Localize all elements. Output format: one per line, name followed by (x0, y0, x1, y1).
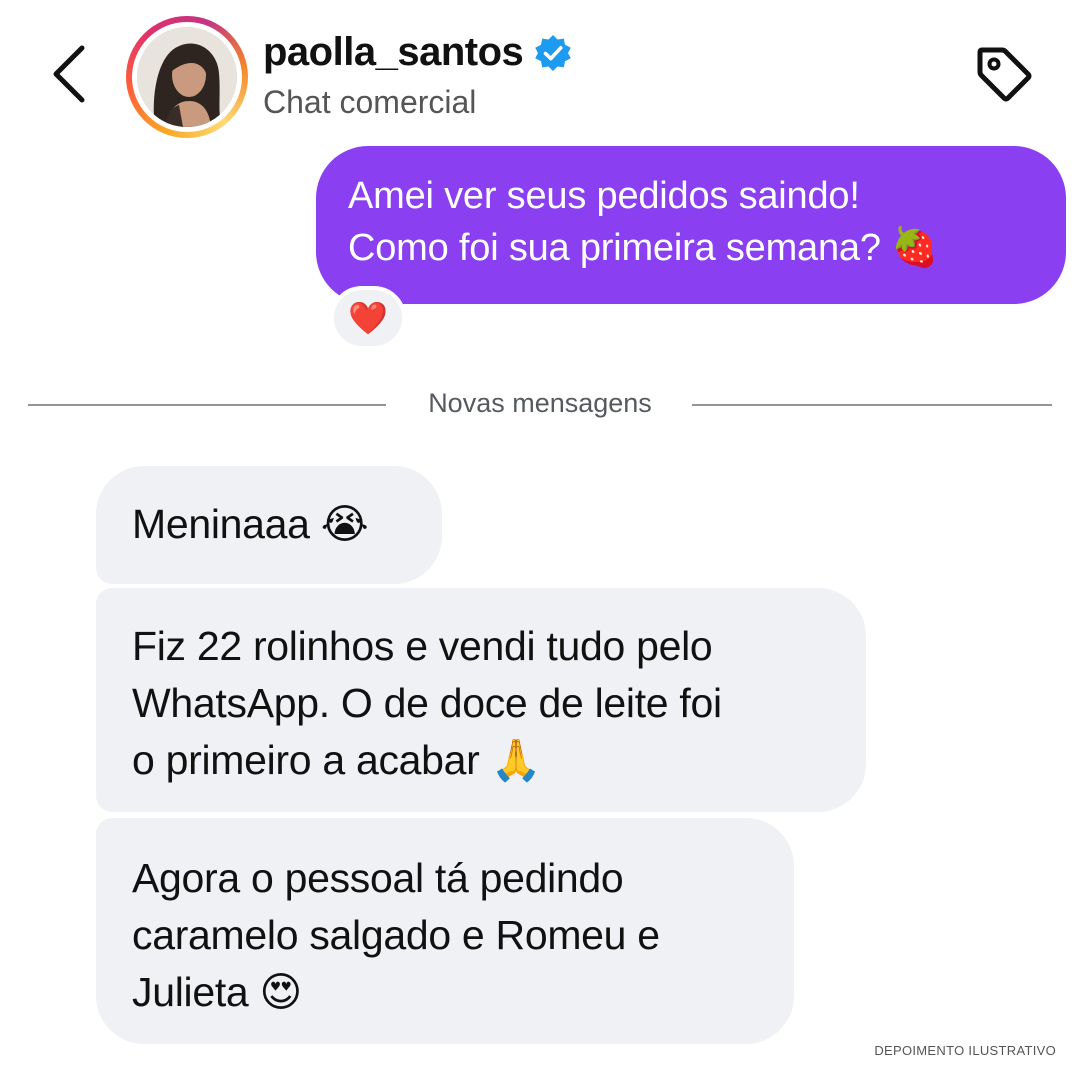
received-message-bubble[interactable]: Agora o pessoal tá pedindo caramelo salg… (96, 818, 794, 1044)
message-line: Fiz 22 rolinhos e vendi tudo pelo (132, 623, 713, 669)
tag-button[interactable] (966, 36, 1042, 112)
message-line: caramelo salgado e Romeu e (132, 912, 660, 958)
heart-icon: ❤️ (348, 300, 388, 336)
message-line: Julieta 😍 (132, 969, 302, 1015)
tag-icon (977, 47, 1032, 102)
divider-right (692, 404, 1052, 406)
back-button[interactable] (40, 38, 100, 110)
profile-avatar[interactable] (126, 16, 248, 138)
message-line: Meninaaa 😭 (132, 501, 369, 547)
received-message-bubble[interactable]: Meninaaa 😭 (96, 466, 442, 584)
username[interactable]: paolla_santos (263, 30, 524, 75)
received-message-bubble[interactable]: Fiz 22 rolinhos e vendi tudo pelo WhatsA… (96, 588, 866, 812)
verified-badge-icon (535, 34, 572, 71)
username-row: paolla_santos (263, 30, 573, 75)
chevron-left-icon (53, 45, 85, 103)
message-line: Como foi sua primeira semana? 🍓 (348, 227, 939, 269)
sent-message-bubble[interactable]: Amei ver seus pedidos saindo! Como foi s… (316, 146, 1066, 304)
heart-reaction[interactable]: ❤️ (330, 286, 406, 350)
message-line: Agora o pessoal tá pedindo (132, 855, 624, 901)
message-line: WhatsApp. O de doce de leite foi (132, 680, 722, 726)
new-messages-divider: Novas mensagens (428, 388, 652, 418)
avatar-photo (137, 27, 237, 127)
chat-screen: paolla_santos Chat comercial Amei ver se… (0, 0, 1080, 1080)
message-line: Amei ver seus pedidos saindo! (348, 175, 860, 217)
message-line: o primeiro a acabar 🙏 (132, 737, 542, 783)
disclaimer-footnote: DEPOIMENTO ILUSTRATIVO (874, 1043, 1056, 1058)
divider-left (28, 404, 386, 406)
chat-subtitle: Chat comercial (263, 84, 477, 120)
